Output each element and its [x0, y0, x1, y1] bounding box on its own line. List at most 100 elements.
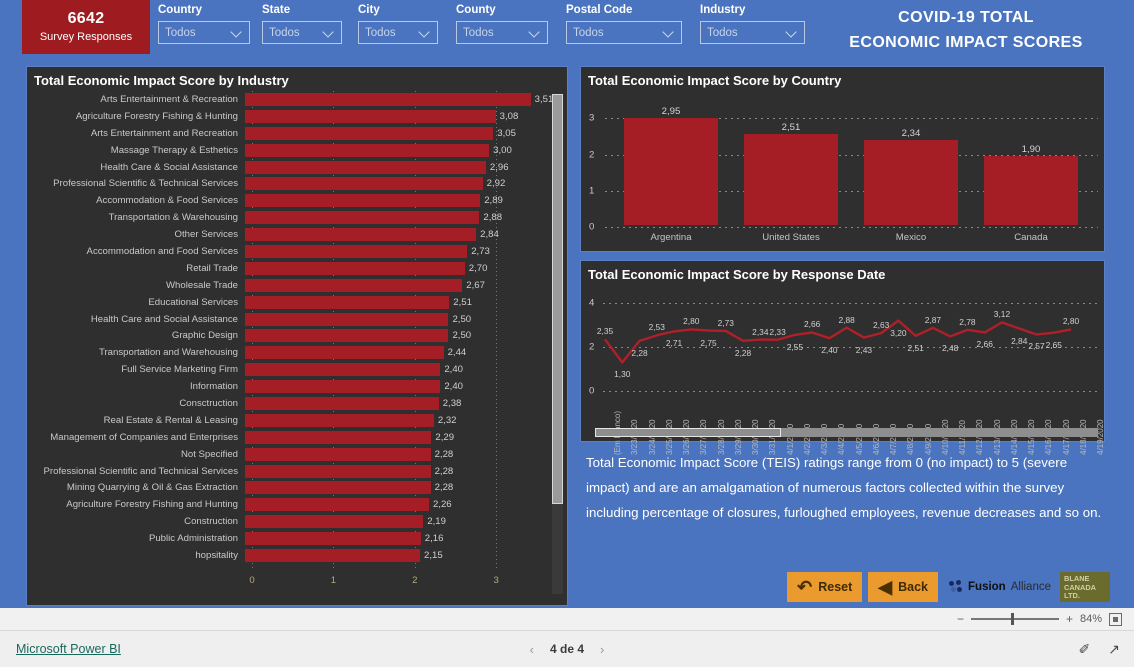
gridline	[605, 227, 1098, 228]
fullscreen-icon[interactable]: ↗	[1108, 641, 1120, 658]
bar-fill[interactable]	[245, 126, 494, 140]
bar-row[interactable]: Health Care and Social Assistance 2,50	[27, 311, 557, 328]
bar-row[interactable]: Graphic Design 2,50	[27, 327, 557, 344]
bar-fill[interactable]	[245, 278, 463, 292]
back-button[interactable]: ◀ Back	[868, 572, 939, 602]
bar-fill[interactable]	[245, 413, 434, 427]
bar-fill[interactable]	[245, 109, 496, 123]
bar-row[interactable]: Consctruction 2,38	[27, 395, 557, 412]
bar-fill[interactable]	[245, 447, 431, 461]
bar-row[interactable]: Transportation & Warehousing 2,88	[27, 209, 557, 226]
bar-row[interactable]: Professional Scientific & Technical Serv…	[27, 175, 557, 192]
slicer-dropdown[interactable]: Todos	[158, 21, 250, 44]
bar-fill[interactable]	[245, 261, 465, 275]
bar-row[interactable]: Retail Trade 2,70	[27, 260, 557, 277]
edit-page-icon[interactable]: ✐	[1079, 641, 1091, 658]
bar-fill[interactable]	[245, 464, 431, 478]
column-bar[interactable]	[744, 134, 838, 225]
bar-row[interactable]: Massage Therapy & Esthetics 3,00	[27, 142, 557, 159]
bar-fill[interactable]	[245, 532, 421, 546]
bar-row[interactable]: Full Service Marketing Firm 2,40	[27, 361, 557, 378]
slicer-dropdown[interactable]: Todos	[358, 21, 438, 44]
bar-fill[interactable]	[245, 228, 477, 242]
fit-to-page-icon[interactable]	[1109, 612, 1122, 626]
bar-fill[interactable]	[245, 481, 431, 495]
bar-value-label: 2,40	[444, 381, 464, 393]
zoom-slider[interactable]	[970, 613, 1059, 625]
bar-row[interactable]: Agriculture Forestry Fishing and Hunting…	[27, 496, 557, 513]
bar-fill[interactable]	[245, 92, 531, 106]
bar-row[interactable]: Professional Scientific and Technical Se…	[27, 463, 557, 480]
bar-fill[interactable]	[245, 329, 449, 343]
reset-button[interactable]: ↶ Reset	[787, 572, 863, 602]
bar-fill[interactable]	[245, 160, 486, 174]
bar-fill[interactable]	[245, 194, 481, 208]
bar-row[interactable]: Accommodation & Food Services 2,89	[27, 192, 557, 209]
bar-row[interactable]: Accommodation and Food Services 2,73	[27, 243, 557, 260]
bar-row[interactable]: Agriculture Forestry Fishing & Hunting 3,…	[27, 108, 557, 125]
bar-track: 2,28	[245, 480, 557, 495]
bar-row[interactable]: Other Services 2,84	[27, 226, 557, 243]
slicer-dropdown[interactable]: Todos	[700, 21, 805, 44]
chart-response-date-scroll-thumb[interactable]	[595, 428, 782, 437]
bar-category-label: Construction	[184, 516, 238, 528]
zoom-in-button[interactable]: +	[1066, 612, 1073, 626]
bar-track: 2,28	[245, 447, 557, 462]
bar-row[interactable]: Not Specified 2,28	[27, 446, 557, 463]
chart-response-date-scrollbar[interactable]	[595, 428, 1098, 437]
bar-row[interactable]: hopsitality 2,15	[27, 547, 557, 564]
bar-row[interactable]: Arts Entertainment & Recreation 3,51	[27, 91, 557, 108]
bar-category-label: Massage Therapy & Esthetics	[110, 144, 238, 156]
bar-fill[interactable]	[245, 380, 441, 394]
bar-row[interactable]: Mining Quarrying & Oil & Gas Extraction 2…	[27, 479, 557, 496]
bar-fill[interactable]	[245, 498, 429, 512]
status-bar-icons: ✐ ↗	[1079, 641, 1120, 658]
bar-fill[interactable]	[245, 211, 480, 225]
column-bar[interactable]	[624, 118, 718, 225]
bar-row[interactable]: Public Administration 2,16	[27, 530, 557, 547]
slicer-county: County Todos	[456, 3, 548, 44]
bar-fill[interactable]	[245, 244, 468, 258]
bar-fill[interactable]	[245, 515, 424, 529]
bar-fill[interactable]	[245, 346, 444, 360]
slicer-dropdown[interactable]: Todos	[456, 21, 548, 44]
chart-response-date[interactable]: Total Economic Impact Score by Response …	[580, 260, 1105, 455]
chart-industry[interactable]: Total Economic Impact Score by Industry …	[26, 66, 568, 606]
column-bar[interactable]	[984, 156, 1078, 225]
chart-industry-title: Total Economic Impact Score by Industry	[34, 73, 289, 88]
axis-tick-label: 1	[330, 575, 337, 586]
chevron-left-icon[interactable]: ‹	[530, 642, 534, 657]
chart-industry-scrollbar[interactable]	[552, 94, 563, 594]
zoom-out-button[interactable]: −	[957, 612, 964, 626]
chart-country[interactable]: Total Economic Impact Score by Country 0…	[580, 66, 1105, 252]
bar-row[interactable]: Wholesale Trade 2,67	[27, 277, 557, 294]
chart-industry-scroll-thumb[interactable]	[552, 94, 563, 504]
bar-fill[interactable]	[245, 430, 432, 444]
slicer-dropdown[interactable]: Todos	[566, 21, 682, 44]
bar-row[interactable]: Real Estate & Rental & Leasing 2,32	[27, 412, 557, 429]
slicer-label: City	[358, 4, 380, 16]
bar-fill[interactable]	[245, 295, 450, 309]
bar-row[interactable]: Arts Entertainment and Recreation 3,05	[27, 125, 557, 142]
bar-fill[interactable]	[245, 396, 439, 410]
bar-fill[interactable]	[245, 548, 420, 562]
bar-row[interactable]: Health Care & Social Assistance 2,96	[27, 159, 557, 176]
chevron-right-icon[interactable]: ›	[600, 642, 604, 657]
zoom-slider-handle[interactable]	[1011, 613, 1014, 625]
slicer-industry: Industry Todos	[700, 3, 805, 44]
column-bar[interactable]	[864, 140, 958, 225]
bar-category-label: Arts Entertainment and Recreation	[90, 127, 238, 139]
bar-fill[interactable]	[245, 363, 441, 377]
bar-fill[interactable]	[245, 143, 490, 157]
bar-row[interactable]: Transportation and Warehousing 2,44	[27, 344, 557, 361]
line-point-label: 1,30	[614, 369, 631, 380]
bar-row[interactable]: Management of Companies and Enterprises 2…	[27, 429, 557, 446]
bar-fill[interactable]	[245, 177, 483, 191]
bar-row[interactable]: Construction 2,19	[27, 513, 557, 530]
bar-track: 2,40	[245, 379, 557, 394]
bar-row[interactable]: Information 2,40	[27, 378, 557, 395]
bar-track: 2,40	[245, 362, 557, 377]
bar-row[interactable]: Educational Services 2,51	[27, 294, 557, 311]
bar-fill[interactable]	[245, 312, 449, 326]
slicer-dropdown[interactable]: Todos	[262, 21, 342, 44]
